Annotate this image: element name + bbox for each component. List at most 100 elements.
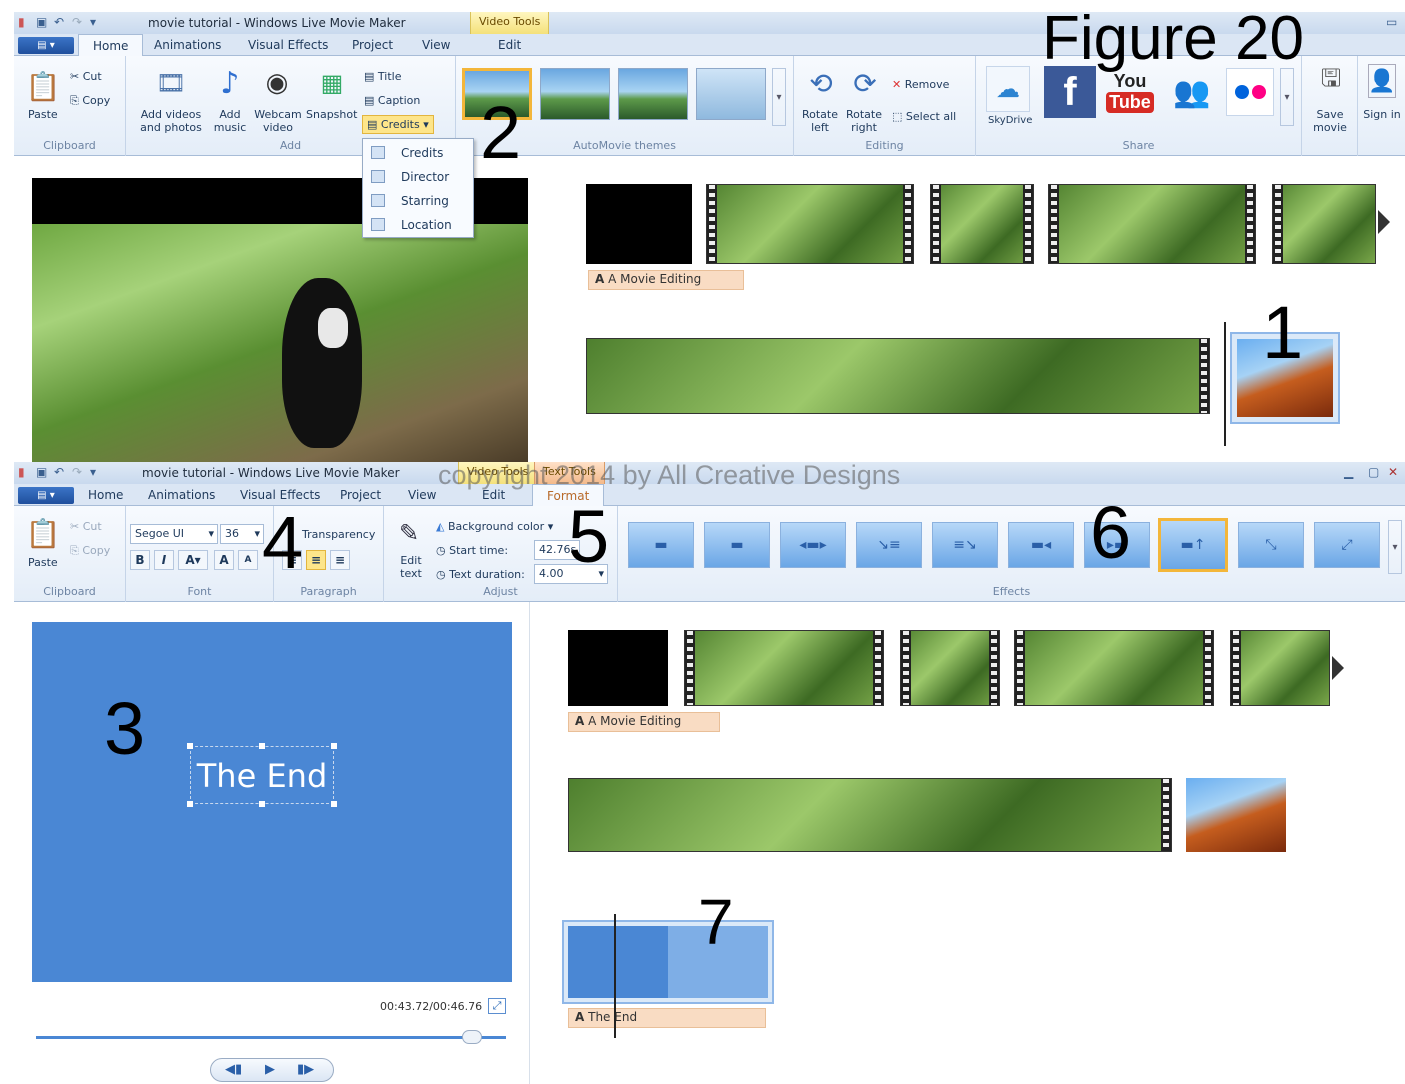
skydrive-icon[interactable]: ☁ (986, 66, 1030, 112)
paste-icon[interactable]: 📋 (26, 516, 61, 550)
effect-expand[interactable]: ◂▬▸ (780, 522, 846, 568)
credits-caption-strip[interactable]: A The End (568, 1008, 766, 1028)
text-selection-box[interactable]: The End (187, 743, 337, 807)
remove-button[interactable]: ✕ Remove (892, 78, 949, 91)
italic-button[interactable]: I (154, 550, 174, 570)
tab-animations[interactable]: Animations (154, 38, 221, 52)
share-scroll-icon[interactable]: ▾ (1280, 68, 1294, 126)
theme-thumbnail-3[interactable] (618, 68, 688, 120)
maximize-icon[interactable]: ▢ (1368, 465, 1379, 479)
menu-item-starring[interactable]: Starring (363, 189, 473, 213)
effect-cinematic[interactable]: ⤡ (1238, 522, 1304, 568)
file-menu-button[interactable]: ▤ ▾ (18, 37, 74, 54)
snapshot-button[interactable]: Snapshot (306, 108, 357, 121)
rotate-right-button[interactable]: Rotate right (844, 108, 884, 134)
tab-view[interactable]: View (422, 38, 450, 52)
tab-edit[interactable]: Edit (498, 38, 521, 52)
add-videos-icon[interactable]: 🎞 (156, 66, 186, 100)
youtube-icon[interactable]: You Tube (1106, 66, 1154, 118)
effect-fade[interactable]: ▬ (704, 522, 770, 568)
clip-bird-video-3[interactable] (1272, 184, 1376, 264)
clip-bird-long-video[interactable] (586, 338, 1210, 414)
caption-strip[interactable]: A A Movie Editing (588, 270, 744, 290)
paste-icon[interactable]: 📋 (26, 68, 61, 104)
save-icon[interactable]: ▣ (36, 15, 47, 29)
caption-button[interactable]: ▤ Caption (364, 94, 420, 107)
save-movie-button[interactable]: Save movie (1308, 108, 1352, 134)
clip-bird-video-2[interactable] (1048, 184, 1256, 264)
copy-button[interactable]: ⎘ Copy (70, 94, 110, 107)
webcam-video-button[interactable]: Webcam video (254, 108, 302, 134)
clip-bird-video-2[interactable] (1014, 630, 1214, 706)
background-color-button[interactable]: ◭ Background color ▾ (436, 520, 553, 533)
effects-scroll-icon[interactable]: ▾ (1388, 520, 1402, 574)
clip-bird-long-video[interactable] (568, 778, 1172, 852)
snapshot-icon[interactable]: ▦ (316, 66, 348, 100)
customize-arrow-icon[interactable]: ▾ (90, 15, 96, 29)
rotate-right-icon[interactable]: ⟳ (848, 66, 882, 100)
undo-icon[interactable]: ↶ (54, 465, 64, 479)
play-icon[interactable]: ▶ (265, 1062, 275, 1077)
minimize-icon[interactable]: ▭ (1386, 15, 1397, 29)
sign-in-button[interactable]: Sign in (1362, 108, 1402, 121)
clip-tree-video[interactable] (684, 630, 884, 706)
playhead-indicator[interactable] (1224, 322, 1226, 446)
flickr-icon[interactable] (1226, 68, 1274, 116)
tab-visual-effects[interactable]: Visual Effects (240, 488, 320, 502)
preview-text-the-end[interactable]: The End (191, 757, 333, 795)
clip-bird-video-1[interactable] (900, 630, 1000, 706)
menu-item-location[interactable]: Location (363, 213, 473, 237)
text-preview[interactable]: The End (32, 622, 512, 982)
clip-desert-rock-photo[interactable] (1186, 778, 1286, 852)
skydrive-label[interactable]: SkyDrive (988, 114, 1032, 127)
font-size-select[interactable]: 36 ▾ (220, 524, 264, 544)
theme-thumbnail-4[interactable] (696, 68, 766, 120)
effect-none[interactable]: ▬ (628, 522, 694, 568)
playhead-indicator[interactable] (614, 914, 616, 1038)
effect-fly-in[interactable]: ↘≡ (856, 522, 922, 568)
bold-button[interactable]: B (130, 550, 150, 570)
clip-black-title[interactable] (586, 184, 692, 264)
add-music-icon[interactable]: ♪ (216, 66, 244, 101)
close-icon[interactable]: ✕ (1388, 465, 1398, 479)
save-icon[interactable]: ▣ (36, 465, 47, 479)
font-color-button[interactable]: A▾ (178, 550, 208, 570)
sign-in-icon[interactable]: 👤 (1368, 64, 1396, 98)
caption-strip[interactable]: A A Movie Editing (568, 712, 720, 732)
align-right-button[interactable]: ≡ (330, 550, 350, 570)
tab-home[interactable]: Home (78, 34, 144, 57)
effect-slide[interactable]: ≡↘ (932, 522, 998, 568)
clip-tree-video[interactable] (706, 184, 914, 264)
rotate-left-button[interactable]: Rotate left (800, 108, 840, 134)
previous-frame-icon[interactable]: ◀▮ (225, 1062, 242, 1077)
fullscreen-icon[interactable]: ⤢ (488, 998, 506, 1014)
seek-thumb[interactable] (462, 1030, 482, 1044)
clip-credits-the-end[interactable] (562, 920, 774, 1004)
add-videos-button[interactable]: Add videos and photos (136, 108, 206, 134)
effect-scroll-selected[interactable]: ▬↑ (1158, 518, 1228, 572)
tab-project[interactable]: Project (340, 488, 381, 502)
edit-text-button[interactable]: Edit text (396, 554, 426, 580)
align-center-button[interactable]: ≡ (306, 550, 326, 570)
clip-black-title[interactable] (568, 630, 668, 706)
undo-icon[interactable]: ↶ (54, 15, 64, 29)
redo-icon[interactable]: ↷ (72, 15, 82, 29)
copy-button[interactable]: ⎘ Copy (70, 544, 110, 557)
credits-button[interactable]: ▤ Credits ▾ (362, 115, 434, 134)
paste-button[interactable]: Paste (28, 108, 58, 121)
customize-arrow-icon[interactable]: ▾ (90, 465, 96, 479)
tab-animations[interactable]: Animations (148, 488, 215, 502)
shrink-font-button[interactable]: A (238, 550, 258, 570)
rotate-left-icon[interactable]: ⟲ (804, 66, 838, 100)
facebook-icon[interactable]: f (1044, 66, 1096, 118)
tab-project[interactable]: Project (352, 38, 393, 52)
effect-zoom[interactable]: ⤢ (1314, 522, 1380, 568)
redo-icon[interactable]: ↷ (72, 465, 82, 479)
clip-bird-video-1[interactable] (930, 184, 1034, 264)
themes-scroll-icon[interactable]: ▾ (772, 68, 786, 126)
font-family-select[interactable]: Segoe UI ▾ (130, 524, 218, 544)
tab-visual-effects[interactable]: Visual Effects (248, 38, 328, 52)
cut-button[interactable]: ✂ Cut (70, 70, 102, 83)
seek-bar[interactable] (36, 1036, 506, 1039)
next-frame-icon[interactable]: ▮▶ (297, 1062, 314, 1077)
